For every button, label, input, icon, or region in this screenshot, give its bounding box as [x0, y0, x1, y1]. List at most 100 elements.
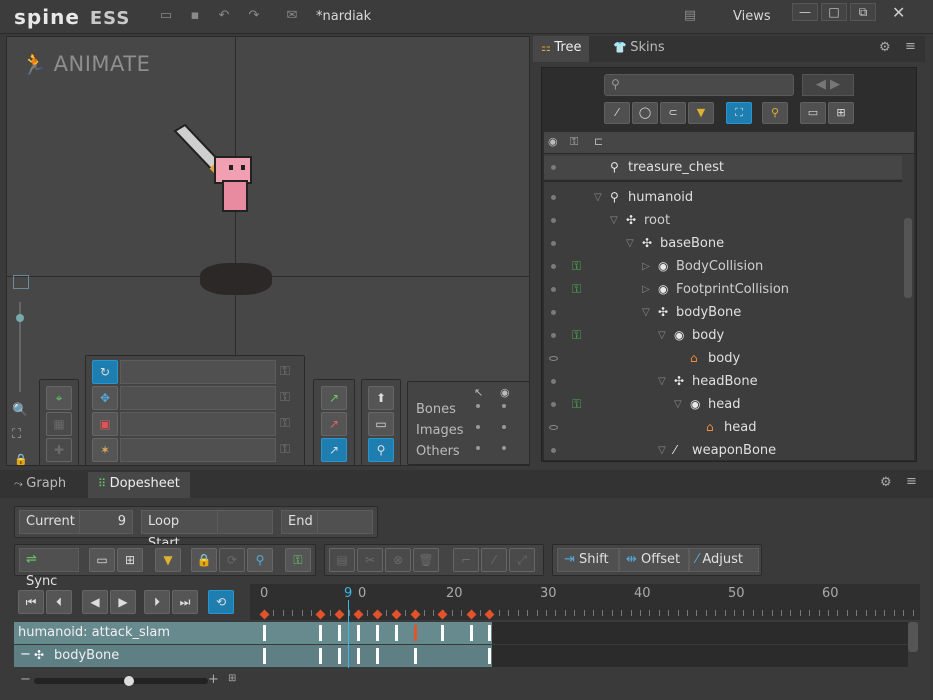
- select-icon[interactable]: ↖: [474, 386, 483, 399]
- last-frame-icon[interactable]: ⏭: [172, 590, 198, 614]
- layout-icon[interactable]: ▤: [682, 9, 698, 23]
- tree-scrollbar[interactable]: [904, 218, 912, 298]
- filter-icon[interactable]: ▼: [688, 102, 714, 124]
- tree-item-basebone[interactable]: ▽ ✣ baseBone: [544, 232, 902, 255]
- eye-icon[interactable]: ◉: [500, 386, 510, 399]
- filter-bones-icon[interactable]: ⁄: [604, 102, 630, 124]
- keyframe-marker[interactable]: [466, 609, 477, 620]
- tree-item-treasure-chest[interactable]: ⚲ treasure_chest: [544, 156, 902, 179]
- settings-icon[interactable]: ⚙: [880, 475, 892, 490]
- auto-key-icon[interactable]: ⚿: [285, 548, 311, 572]
- keyframe-marker[interactable]: [391, 609, 402, 620]
- tab-dopesheet[interactable]: ⠿ Dopesheet: [88, 472, 190, 498]
- redo-icon[interactable]: ↷: [246, 9, 262, 23]
- menu-icon[interactable]: ≡: [905, 39, 916, 54]
- others-visible-toggle[interactable]: [502, 446, 506, 450]
- rotate-key-icon[interactable]: ⚿: [280, 364, 290, 379]
- playhead[interactable]: [348, 600, 349, 668]
- bezier-icon[interactable]: ⤢: [509, 548, 535, 572]
- adjust-button[interactable]: ⁄ Adjust: [689, 548, 759, 572]
- visibility-col-icon[interactable]: ◉: [548, 135, 558, 148]
- key-all-icon[interactable]: ⚲: [247, 548, 273, 572]
- scale-field[interactable]: [120, 412, 276, 436]
- keyframe[interactable]: [263, 625, 266, 641]
- loop-start-input[interactable]: [217, 510, 273, 534]
- create-tool-icon[interactable]: ✚: [46, 438, 72, 462]
- fit-icon[interactable]: ⛶: [12, 427, 21, 442]
- keyframe-marker[interactable]: [437, 609, 448, 620]
- cut-icon[interactable]: ✂: [357, 548, 383, 572]
- keyframe-marker[interactable]: [353, 609, 364, 620]
- collapse-toggle[interactable]: ▽: [610, 209, 618, 232]
- lock-icon[interactable]: 🔒: [191, 548, 217, 572]
- delete-icon[interactable]: ⊗: [385, 548, 411, 572]
- others-select-toggle[interactable]: [476, 446, 480, 450]
- keyframe-marker[interactable]: [372, 609, 383, 620]
- images-visible-toggle[interactable]: [502, 425, 506, 429]
- keyframe[interactable]: [441, 625, 444, 641]
- tree-item-footprintcollision[interactable]: ⚿ ▷ ◉ FootprintCollision: [544, 278, 902, 301]
- shear-icon[interactable]: ✶: [92, 438, 118, 462]
- play-icon[interactable]: ▶: [110, 590, 136, 614]
- expand-icon[interactable]: ⊞: [828, 102, 854, 124]
- tree-item-headbone[interactable]: ▽ ✣ headBone: [544, 370, 902, 393]
- linear-icon[interactable]: ⁄: [481, 548, 507, 572]
- copy-icon[interactable]: ▭: [89, 548, 115, 572]
- maximize-button[interactable]: □: [821, 3, 847, 21]
- paste-keys-icon[interactable]: ▤: [329, 548, 355, 572]
- translate-icon[interactable]: ✥: [92, 386, 118, 410]
- collapse-toggle[interactable]: ▽: [674, 393, 682, 416]
- next-frame-icon[interactable]: ⏵: [144, 590, 170, 614]
- zoom-slider[interactable]: [34, 676, 208, 686]
- settings-icon[interactable]: ⚙: [879, 40, 891, 55]
- open-folder-icon[interactable]: ▭: [158, 9, 174, 23]
- track-bodybone[interactable]: − ✣ bodyBone: [14, 645, 908, 667]
- tree-item-root[interactable]: ▽ ✣ root: [544, 209, 902, 232]
- collapse-toggle[interactable]: ▽: [626, 232, 634, 255]
- stepped-icon[interactable]: ⌐: [453, 548, 479, 572]
- scale-icon[interactable]: ▣: [92, 412, 118, 436]
- keyframe[interactable]: [319, 648, 322, 664]
- offset-button[interactable]: ⇹ Offset: [619, 548, 689, 572]
- loop-playback-icon[interactable]: ⟲: [208, 590, 234, 614]
- first-frame-icon[interactable]: ⏮: [18, 590, 44, 614]
- keyframe[interactable]: [376, 625, 379, 641]
- tree-item-head-attachment[interactable]: ⌂ head: [544, 416, 902, 439]
- rotate-field[interactable]: [120, 360, 276, 384]
- bone-compensate-icon[interactable]: ⬆: [368, 386, 394, 410]
- keyframe-marker[interactable]: [334, 609, 345, 620]
- shift-button[interactable]: ⇥ Shift: [557, 548, 619, 572]
- zoom-icon[interactable]: 🔍: [12, 403, 28, 418]
- keyframe[interactable]: [338, 648, 341, 664]
- end-input[interactable]: [317, 510, 373, 534]
- collapse-toggle[interactable]: ▽: [594, 186, 602, 209]
- menu-icon[interactable]: ≡: [906, 474, 917, 489]
- keyframe-marker[interactable]: [484, 609, 495, 620]
- bones-select-toggle[interactable]: [476, 404, 480, 408]
- tree-item-body-slot[interactable]: ⚿ ▽ ◉ body: [544, 324, 902, 347]
- keyframe-marker[interactable]: [410, 609, 421, 620]
- keyframe[interactable]: [338, 625, 341, 641]
- pose-tool-icon[interactable]: ⌖: [46, 386, 72, 410]
- collapse-toggle[interactable]: ▽: [642, 301, 650, 324]
- tree-item-bodycollision[interactable]: ⚿ ▷ ◉ BodyCollision: [544, 255, 902, 278]
- world-axes-icon[interactable]: ↗: [321, 438, 347, 462]
- keyframe-marker[interactable]: [259, 609, 270, 620]
- keyframe[interactable]: [357, 648, 360, 664]
- images-select-toggle[interactable]: [476, 425, 480, 429]
- auto-key-icon[interactable]: ⚲: [368, 438, 394, 462]
- ruler-icon[interactable]: [13, 275, 29, 289]
- zoom-out-icon[interactable]: −: [20, 672, 31, 687]
- tab-tree[interactable]: ⚏ Tree: [533, 36, 590, 62]
- shear-key-icon[interactable]: ⚿: [280, 442, 290, 457]
- trash-icon[interactable]: 🗑: [413, 548, 439, 572]
- zoom-in-icon[interactable]: +: [208, 672, 219, 687]
- keyframe[interactable]: [395, 625, 398, 641]
- collapse-toggle[interactable]: ▽: [658, 439, 666, 460]
- keyframe[interactable]: [414, 648, 417, 664]
- minimize-button[interactable]: —: [792, 3, 818, 21]
- tree-search-input[interactable]: ⚲: [604, 74, 794, 96]
- collapse-icon[interactable]: ▭: [800, 102, 826, 124]
- keyframe-marker[interactable]: [315, 609, 326, 620]
- filter-slots-icon[interactable]: ◯: [632, 102, 658, 124]
